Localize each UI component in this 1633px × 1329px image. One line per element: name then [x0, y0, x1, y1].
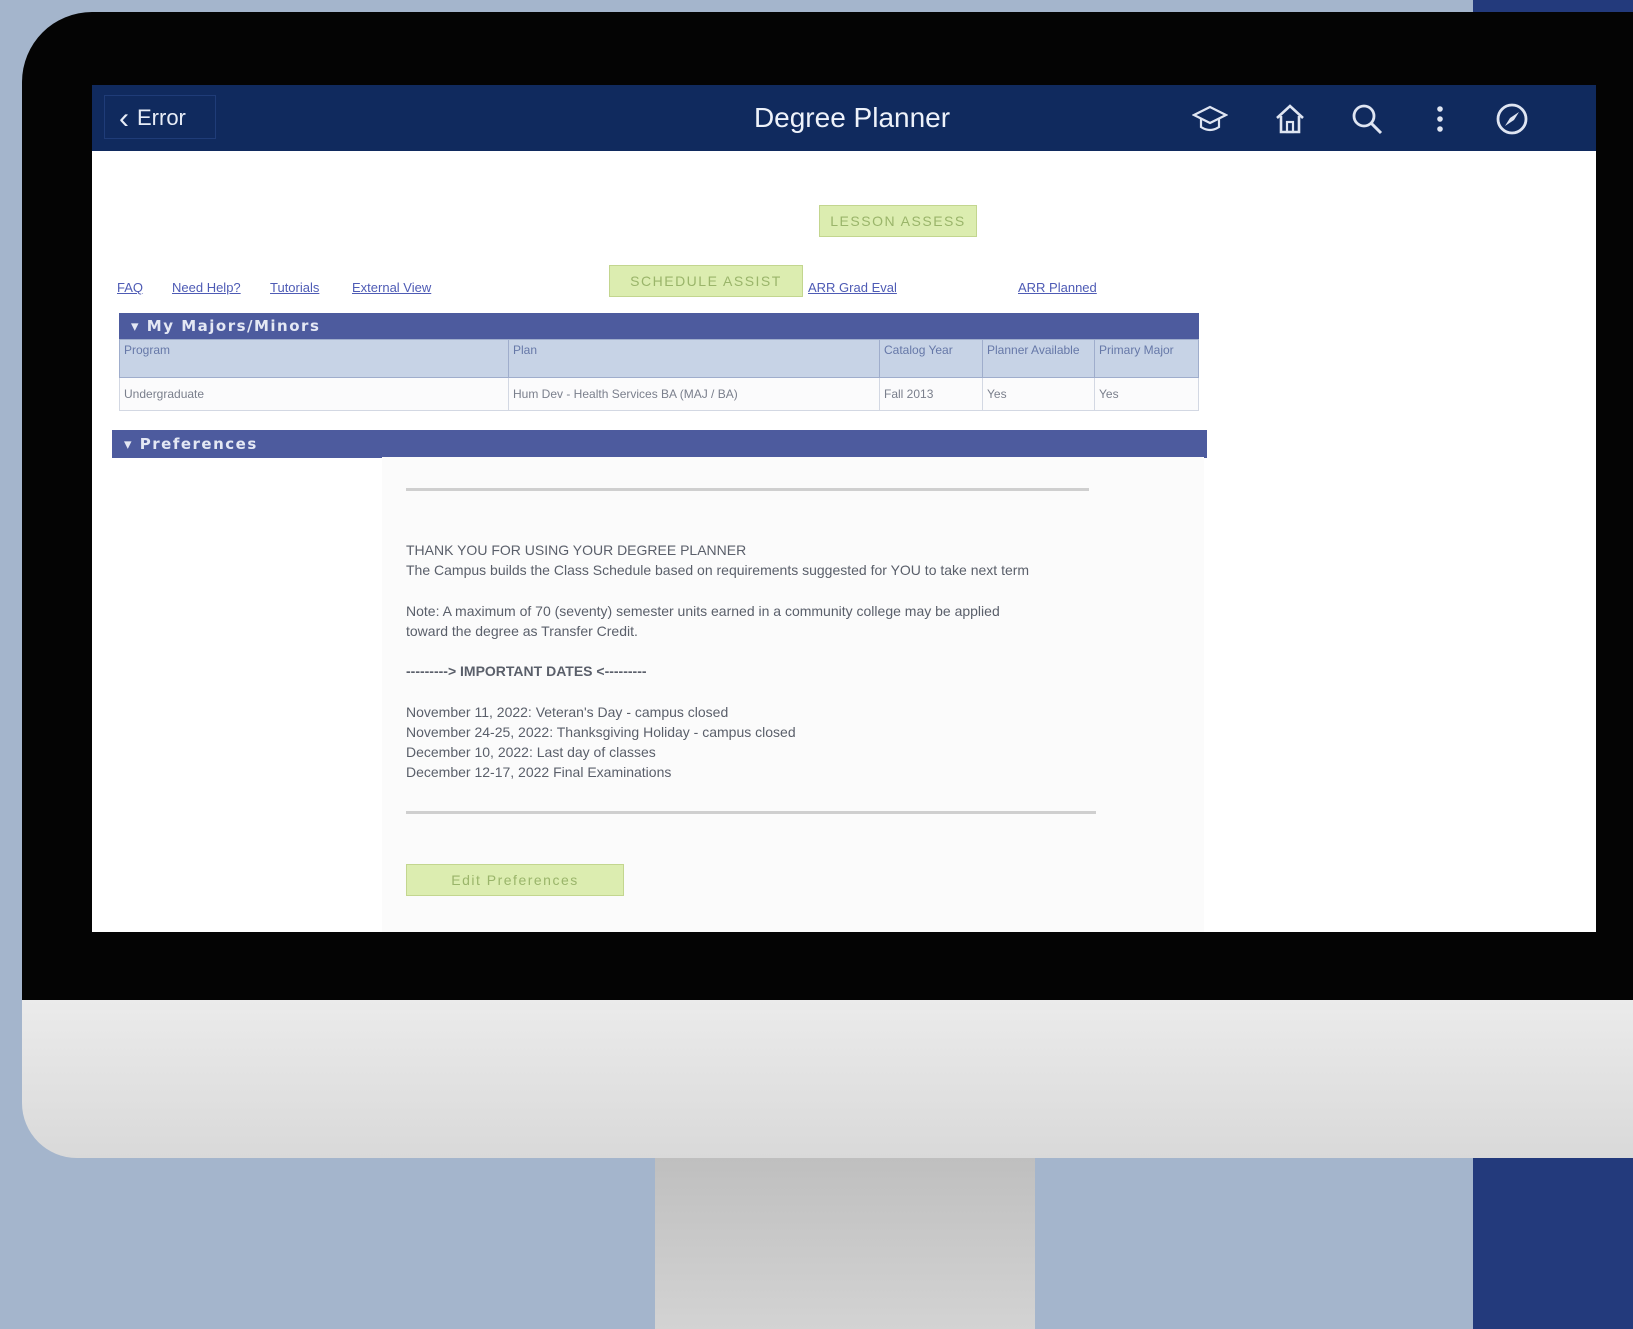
majors-section-bar[interactable]: ▾ My Majors/Minors: [119, 313, 1199, 339]
planned-link[interactable]: ARR Planned: [1018, 280, 1097, 295]
majors-table: Program Plan Catalog Year Planner Availa…: [119, 339, 1199, 411]
degree-planner-screen: ‹ Error Degree Planner LESSON ASSESS FAQ …: [92, 85, 1596, 932]
cell-catalog-year: Fall 2013: [879, 377, 983, 411]
collapse-triangle-icon: ▾: [124, 435, 140, 453]
majors-section-title: My Majors/Minors: [146, 317, 321, 335]
column-header-program: Program: [119, 339, 509, 378]
date-item: December 10, 2022: Last day of classes: [406, 744, 656, 760]
home-icon[interactable]: [1272, 101, 1308, 137]
column-header-plan: Plan: [508, 339, 880, 378]
transfer-note-line2: toward the degree as Transfer Credit.: [406, 623, 638, 639]
column-header-planner-available: Planner Available: [982, 339, 1095, 378]
divider: [406, 488, 1089, 491]
lesson-assess-button[interactable]: LESSON ASSESS: [819, 205, 977, 237]
graduation-cap-icon[interactable]: [1191, 101, 1229, 137]
preferences-section-title: Preferences: [139, 435, 258, 453]
transfer-note-line1: Note: A maximum of 70 (seventy) semester…: [406, 603, 1000, 619]
thank-you-text: THANK YOU FOR USING YOUR DEGREE PLANNER: [406, 542, 747, 558]
date-item: November 11, 2022: Veteran's Day - campu…: [406, 704, 729, 720]
edit-preferences-button[interactable]: Edit Preferences: [406, 864, 624, 896]
preferences-panel: [382, 457, 1204, 932]
schedule-assist-button[interactable]: SCHEDULE ASSIST: [609, 265, 803, 297]
grad-eval-link[interactable]: ARR Grad Eval: [808, 280, 897, 295]
monitor-chin: [22, 1000, 1633, 1158]
table-header-row: Program Plan Catalog Year Planner Availa…: [119, 339, 1199, 378]
schedule-info-text: The Campus builds the Class Schedule bas…: [406, 562, 1030, 578]
more-vertical-icon[interactable]: [1422, 101, 1458, 137]
important-dates-heading: ---------> IMPORTANT DATES <---------: [406, 663, 647, 679]
preferences-section-bar[interactable]: ▾ Preferences: [112, 430, 1207, 458]
collapse-triangle-icon: ▾: [131, 317, 147, 335]
cell-planner-available: Yes: [982, 377, 1095, 411]
cell-plan: Hum Dev - Health Services BA (MAJ / BA): [508, 377, 880, 411]
faq-link[interactable]: FAQ: [117, 280, 143, 295]
tutorials-link[interactable]: Tutorials: [270, 280, 319, 295]
column-header-primary-major: Primary Major: [1094, 339, 1199, 378]
date-item: December 12-17, 2022 Final Examinations: [406, 764, 672, 780]
table-row: Undergraduate Hum Dev - Health Services …: [119, 377, 1199, 411]
navigator-compass-icon[interactable]: [1494, 101, 1530, 137]
need-help-link[interactable]: Need Help?: [172, 280, 241, 295]
divider: [406, 811, 1096, 814]
search-icon[interactable]: [1349, 101, 1385, 137]
external-view-link[interactable]: External View: [352, 280, 431, 295]
date-item: November 24-25, 2022: Thanksgiving Holid…: [406, 724, 796, 740]
cell-program: Undergraduate: [119, 377, 509, 411]
app-header: ‹ Error Degree Planner: [92, 85, 1596, 151]
column-header-catalog-year: Catalog Year: [879, 339, 983, 378]
cell-primary-major: Yes: [1094, 377, 1199, 411]
monitor-stand: [655, 1158, 1035, 1329]
